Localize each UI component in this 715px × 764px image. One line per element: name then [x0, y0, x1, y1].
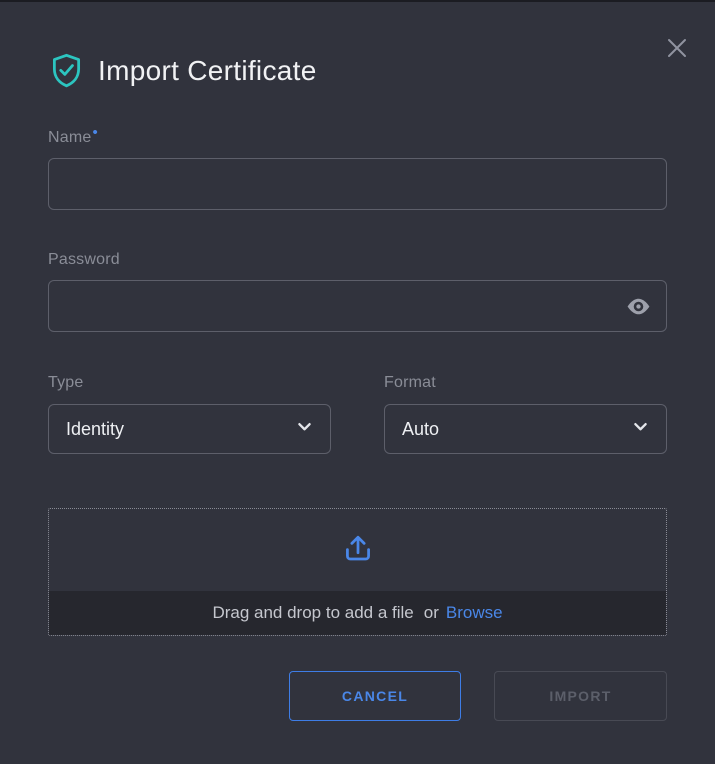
- password-input[interactable]: [48, 280, 667, 332]
- dropzone-caption: Drag and drop to add a file or Browse: [49, 591, 666, 635]
- browse-link[interactable]: Browse: [446, 603, 503, 623]
- chevron-down-icon: [296, 418, 313, 440]
- name-label: Name•: [48, 124, 667, 147]
- dropzone-or-text: or: [424, 603, 439, 623]
- type-label: Type: [48, 374, 331, 392]
- type-select-value: Identity: [66, 419, 124, 440]
- type-select[interactable]: Identity: [48, 404, 331, 454]
- name-input[interactable]: [48, 158, 667, 210]
- password-label: Password: [48, 251, 667, 269]
- dialog-title: Import Certificate: [98, 55, 317, 87]
- password-field-group: Password: [48, 251, 667, 332]
- name-field-group: Name•: [48, 124, 667, 210]
- chevron-down-icon: [632, 418, 649, 440]
- shield-check-icon: [48, 52, 85, 89]
- dropzone-drag-text: Drag and drop to add a file: [212, 603, 413, 623]
- dialog-actions: CANCEL IMPORT: [48, 671, 667, 721]
- close-icon[interactable]: [661, 32, 693, 64]
- import-button[interactable]: IMPORT: [494, 671, 667, 721]
- import-certificate-dialog: Import Certificate Name• Password: [0, 2, 715, 764]
- format-field-group: Format Auto: [384, 374, 667, 454]
- dropzone-upload-area: [49, 509, 666, 591]
- file-dropzone[interactable]: Drag and drop to add a file or Browse: [48, 508, 667, 636]
- selects-row: Type Identity Format Auto: [48, 374, 667, 454]
- upload-icon: [340, 530, 376, 571]
- format-label: Format: [384, 374, 667, 392]
- type-field-group: Type Identity: [48, 374, 331, 454]
- eye-icon[interactable]: [623, 291, 653, 321]
- format-select-value: Auto: [402, 419, 439, 440]
- cancel-button[interactable]: CANCEL: [289, 671, 461, 721]
- dialog-header: Import Certificate: [48, 2, 667, 89]
- required-marker: •: [92, 124, 97, 141]
- format-select[interactable]: Auto: [384, 404, 667, 454]
